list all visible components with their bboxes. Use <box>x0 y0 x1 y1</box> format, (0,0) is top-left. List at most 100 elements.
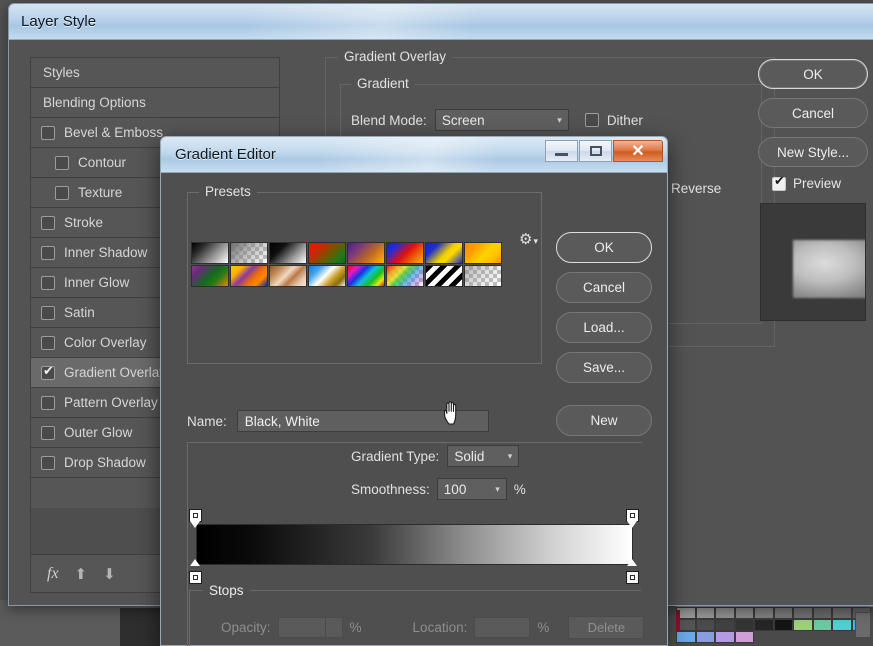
effect-checkbox[interactable] <box>41 396 55 410</box>
color-swatch[interactable] <box>735 631 755 643</box>
effect-checkbox[interactable] <box>55 156 69 170</box>
preset-gradient-fill <box>426 243 462 263</box>
gradient-name-label: Name: <box>187 414 227 429</box>
gradient-editor-cancel-button[interactable]: Cancel <box>556 272 652 303</box>
color-swatch[interactable] <box>754 607 774 619</box>
gradient-editor-new-button[interactable]: New <box>556 405 652 436</box>
preset-swatch[interactable] <box>347 242 385 264</box>
minimize-icon <box>555 153 568 156</box>
preset-swatch[interactable] <box>386 265 424 287</box>
gradient-type-select[interactable]: Solid ▾ <box>447 445 519 467</box>
effect-label: Contour <box>78 155 126 170</box>
swatches-scroll-thumb[interactable] <box>855 612 871 638</box>
effect-label: Styles <box>43 65 80 80</box>
color-swatch[interactable] <box>696 631 716 643</box>
preset-swatch[interactable] <box>230 242 268 264</box>
preset-swatch[interactable] <box>308 242 346 264</box>
color-swatch[interactable] <box>774 619 794 631</box>
effect-label: Outer Glow <box>64 425 132 440</box>
gradient-editor-ok-button[interactable]: OK <box>556 232 652 263</box>
opacity-stop-start[interactable] <box>189 509 202 528</box>
effect-label: Bevel & Emboss <box>64 125 163 140</box>
color-swatch[interactable] <box>832 607 852 619</box>
fx-icon[interactable]: fx <box>47 565 59 583</box>
effect-checkbox[interactable] <box>41 366 55 380</box>
preset-swatch[interactable] <box>308 265 346 287</box>
preset-gradient-fill <box>309 243 345 263</box>
smoothness-row: Smoothness: 100 ▾ % <box>351 478 526 500</box>
minimize-button[interactable] <box>545 140 578 162</box>
stop-opacity-label: Opacity: <box>221 620 271 635</box>
close-button[interactable]: ✕ <box>613 140 663 162</box>
effect-checkbox[interactable] <box>41 276 55 290</box>
gradient-name-input[interactable]: Black, White <box>237 410 489 432</box>
preset-swatch[interactable] <box>425 265 463 287</box>
color-swatch[interactable] <box>715 631 735 643</box>
effect-label: Blending Options <box>43 95 146 110</box>
effect-row-blending-options[interactable]: Blending Options <box>31 88 279 118</box>
preset-swatch[interactable] <box>464 265 502 287</box>
blend-mode-select[interactable]: Screen ▾ <box>435 109 569 131</box>
gradient-editor-save-button[interactable]: Save... <box>556 352 652 383</box>
color-stop-handle <box>626 571 639 584</box>
color-swatch[interactable] <box>735 619 755 631</box>
effect-checkbox[interactable] <box>41 306 55 320</box>
color-swatch[interactable] <box>696 619 716 631</box>
layer-style-new-style-button[interactable]: New Style... <box>758 137 868 167</box>
preset-swatch[interactable] <box>191 242 229 264</box>
gradient-editor-titlebar[interactable]: Gradient Editor ✕ <box>161 137 667 173</box>
blend-mode-value: Screen <box>442 113 485 128</box>
preset-swatch[interactable] <box>269 242 307 264</box>
color-swatch[interactable] <box>793 607 813 619</box>
opacity-stop-row: Opacity: % Location: % Delete <box>221 616 644 639</box>
color-swatch[interactable] <box>832 619 852 631</box>
color-swatch[interactable] <box>676 631 696 643</box>
opacity-stop-end[interactable] <box>626 509 639 528</box>
preset-grid[interactable] <box>191 242 536 288</box>
effect-checkbox[interactable] <box>41 426 55 440</box>
preset-swatch[interactable] <box>191 265 229 287</box>
effect-label: Stroke <box>64 215 103 230</box>
effect-checkbox[interactable] <box>41 216 55 230</box>
preview-checkbox[interactable] <box>772 177 786 191</box>
preset-swatch[interactable] <box>386 242 424 264</box>
color-swatch[interactable] <box>813 619 833 631</box>
color-swatch[interactable] <box>696 607 716 619</box>
color-stop-start[interactable] <box>189 565 202 584</box>
effect-label: Texture <box>78 185 122 200</box>
color-swatch[interactable] <box>774 607 794 619</box>
smoothness-label: Smoothness: <box>351 482 430 497</box>
layer-style-titlebar[interactable]: Layer Style <box>9 4 873 40</box>
preview-row: Preview <box>758 176 868 191</box>
effect-checkbox[interactable] <box>41 456 55 470</box>
effect-checkbox[interactable] <box>41 336 55 350</box>
maximize-button[interactable] <box>579 140 612 162</box>
smoothness-select[interactable]: 100 ▾ <box>437 478 507 500</box>
preset-swatch[interactable] <box>464 242 502 264</box>
gradient-preview-strip[interactable] <box>196 524 633 565</box>
color-swatch[interactable] <box>735 607 755 619</box>
preset-swatch[interactable] <box>269 265 307 287</box>
color-stop-end[interactable] <box>626 565 639 584</box>
color-swatch[interactable] <box>715 607 735 619</box>
preset-swatch[interactable] <box>347 265 385 287</box>
layer-style-ok-button[interactable]: OK <box>758 59 868 89</box>
preset-swatch[interactable] <box>425 242 463 264</box>
color-swatch[interactable] <box>754 619 774 631</box>
effect-row-styles[interactable]: Styles <box>31 58 279 88</box>
color-swatch[interactable] <box>813 607 833 619</box>
swatch-grid[interactable] <box>676 607 873 643</box>
preset-swatch[interactable] <box>230 265 268 287</box>
gradient-strip-area[interactable] <box>189 509 639 581</box>
effect-checkbox[interactable] <box>41 126 55 140</box>
swatches-panel[interactable] <box>676 600 873 646</box>
effect-checkbox[interactable] <box>55 186 69 200</box>
color-swatch[interactable] <box>715 619 735 631</box>
gradient-editor-load-button[interactable]: Load... <box>556 312 652 343</box>
move-down-icon[interactable]: ⬇ <box>103 565 116 583</box>
move-up-icon[interactable]: ⬆ <box>75 565 88 583</box>
dither-checkbox[interactable] <box>585 113 599 127</box>
effect-checkbox[interactable] <box>41 246 55 260</box>
color-swatch[interactable] <box>793 619 813 631</box>
layer-style-cancel-button[interactable]: Cancel <box>758 98 868 128</box>
